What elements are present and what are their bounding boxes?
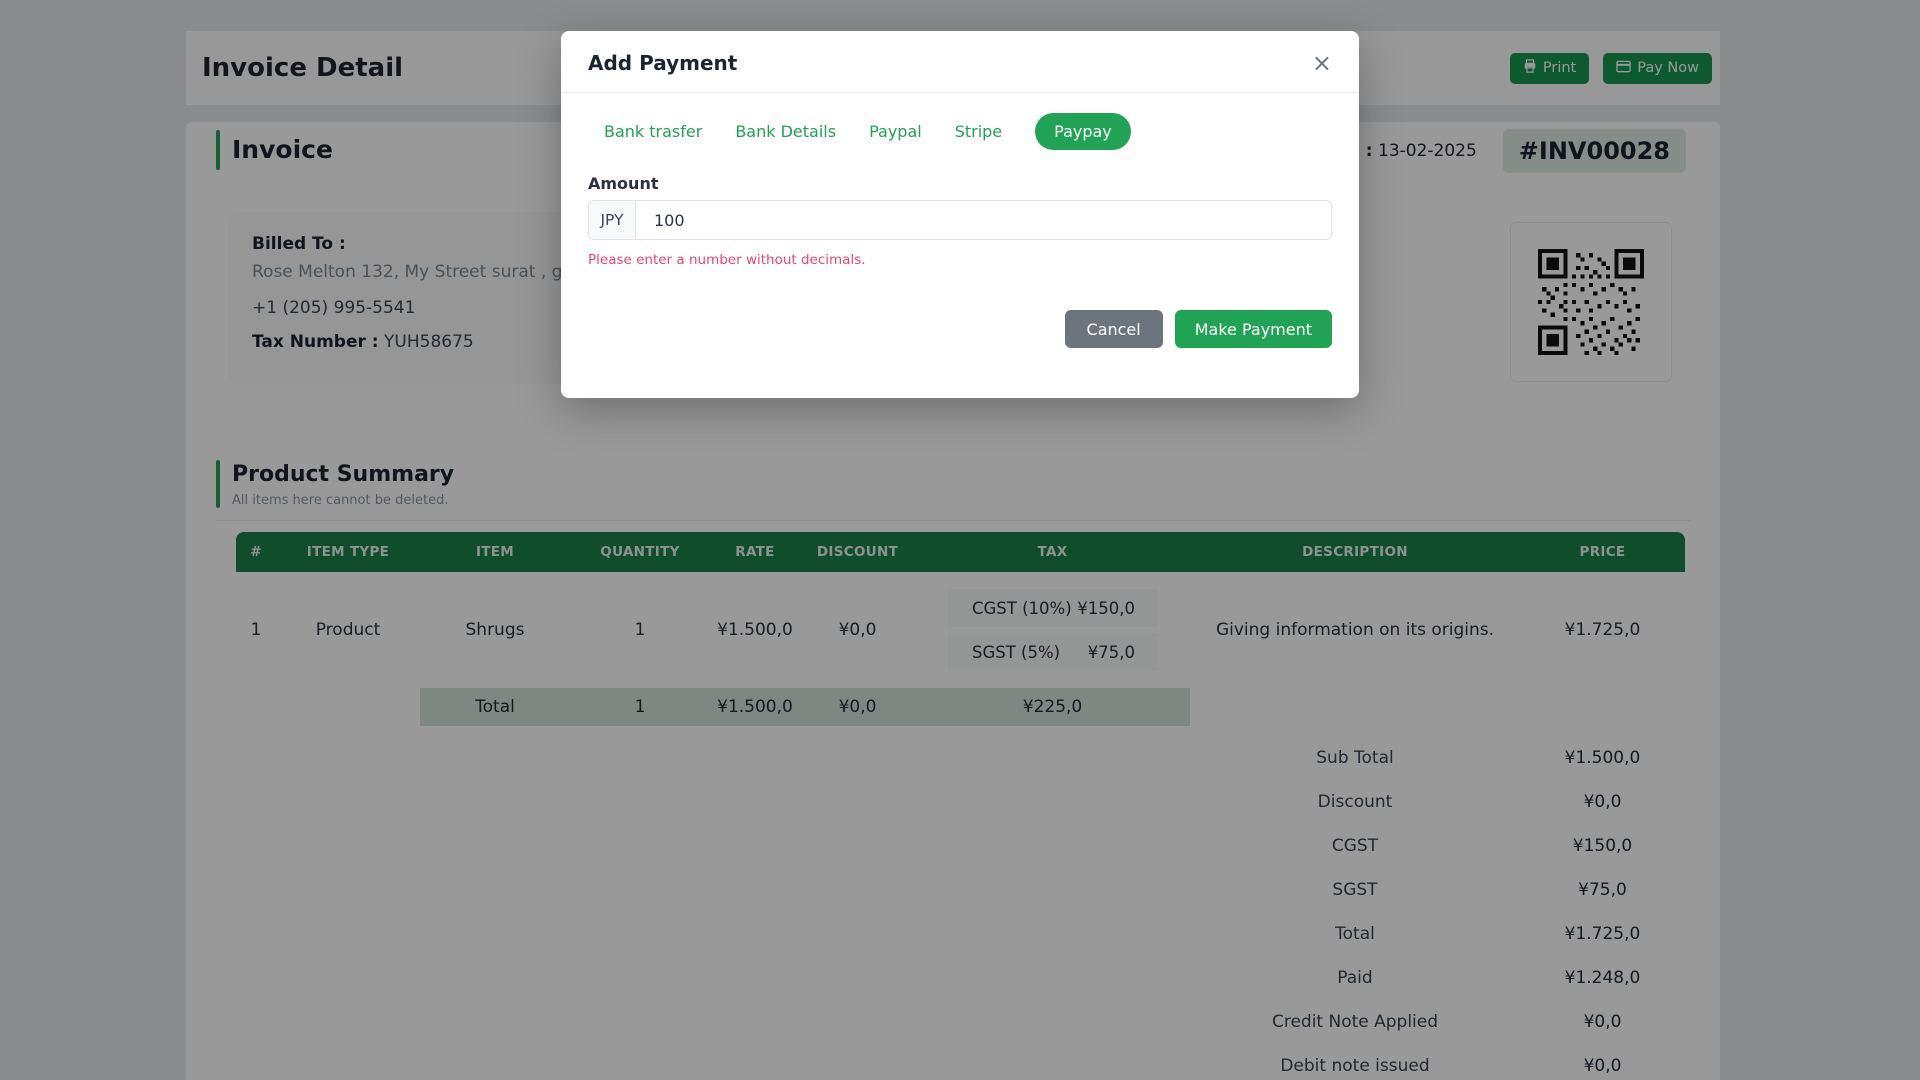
- tab-paypal[interactable]: Paypal: [869, 122, 922, 141]
- cancel-button[interactable]: Cancel: [1065, 310, 1163, 348]
- tab-paypay[interactable]: Paypay: [1035, 113, 1131, 150]
- validation-error: Please enter a number without decimals.: [588, 252, 1332, 268]
- tab-bank-details[interactable]: Bank Details: [735, 122, 836, 141]
- close-icon[interactable]: ×: [1312, 53, 1332, 73]
- modal-header: Add Payment ×: [561, 31, 1359, 93]
- amount-label: Amount: [588, 174, 1332, 193]
- currency-addon: JPY: [588, 200, 636, 240]
- amount-input-group: JPY: [588, 200, 1332, 240]
- modal-body: Bank trasfer Bank Details Paypal Stripe …: [561, 93, 1359, 268]
- modal-title: Add Payment: [588, 51, 737, 75]
- tab-stripe[interactable]: Stripe: [955, 122, 1002, 141]
- tab-bank-transfer[interactable]: Bank trasfer: [604, 122, 702, 141]
- amount-input[interactable]: [636, 200, 1332, 240]
- payment-method-tabs: Bank trasfer Bank Details Paypal Stripe …: [604, 113, 1332, 150]
- make-payment-button[interactable]: Make Payment: [1175, 310, 1332, 348]
- modal-footer: Cancel Make Payment: [561, 268, 1359, 398]
- add-payment-modal: Add Payment × Bank trasfer Bank Details …: [561, 31, 1359, 398]
